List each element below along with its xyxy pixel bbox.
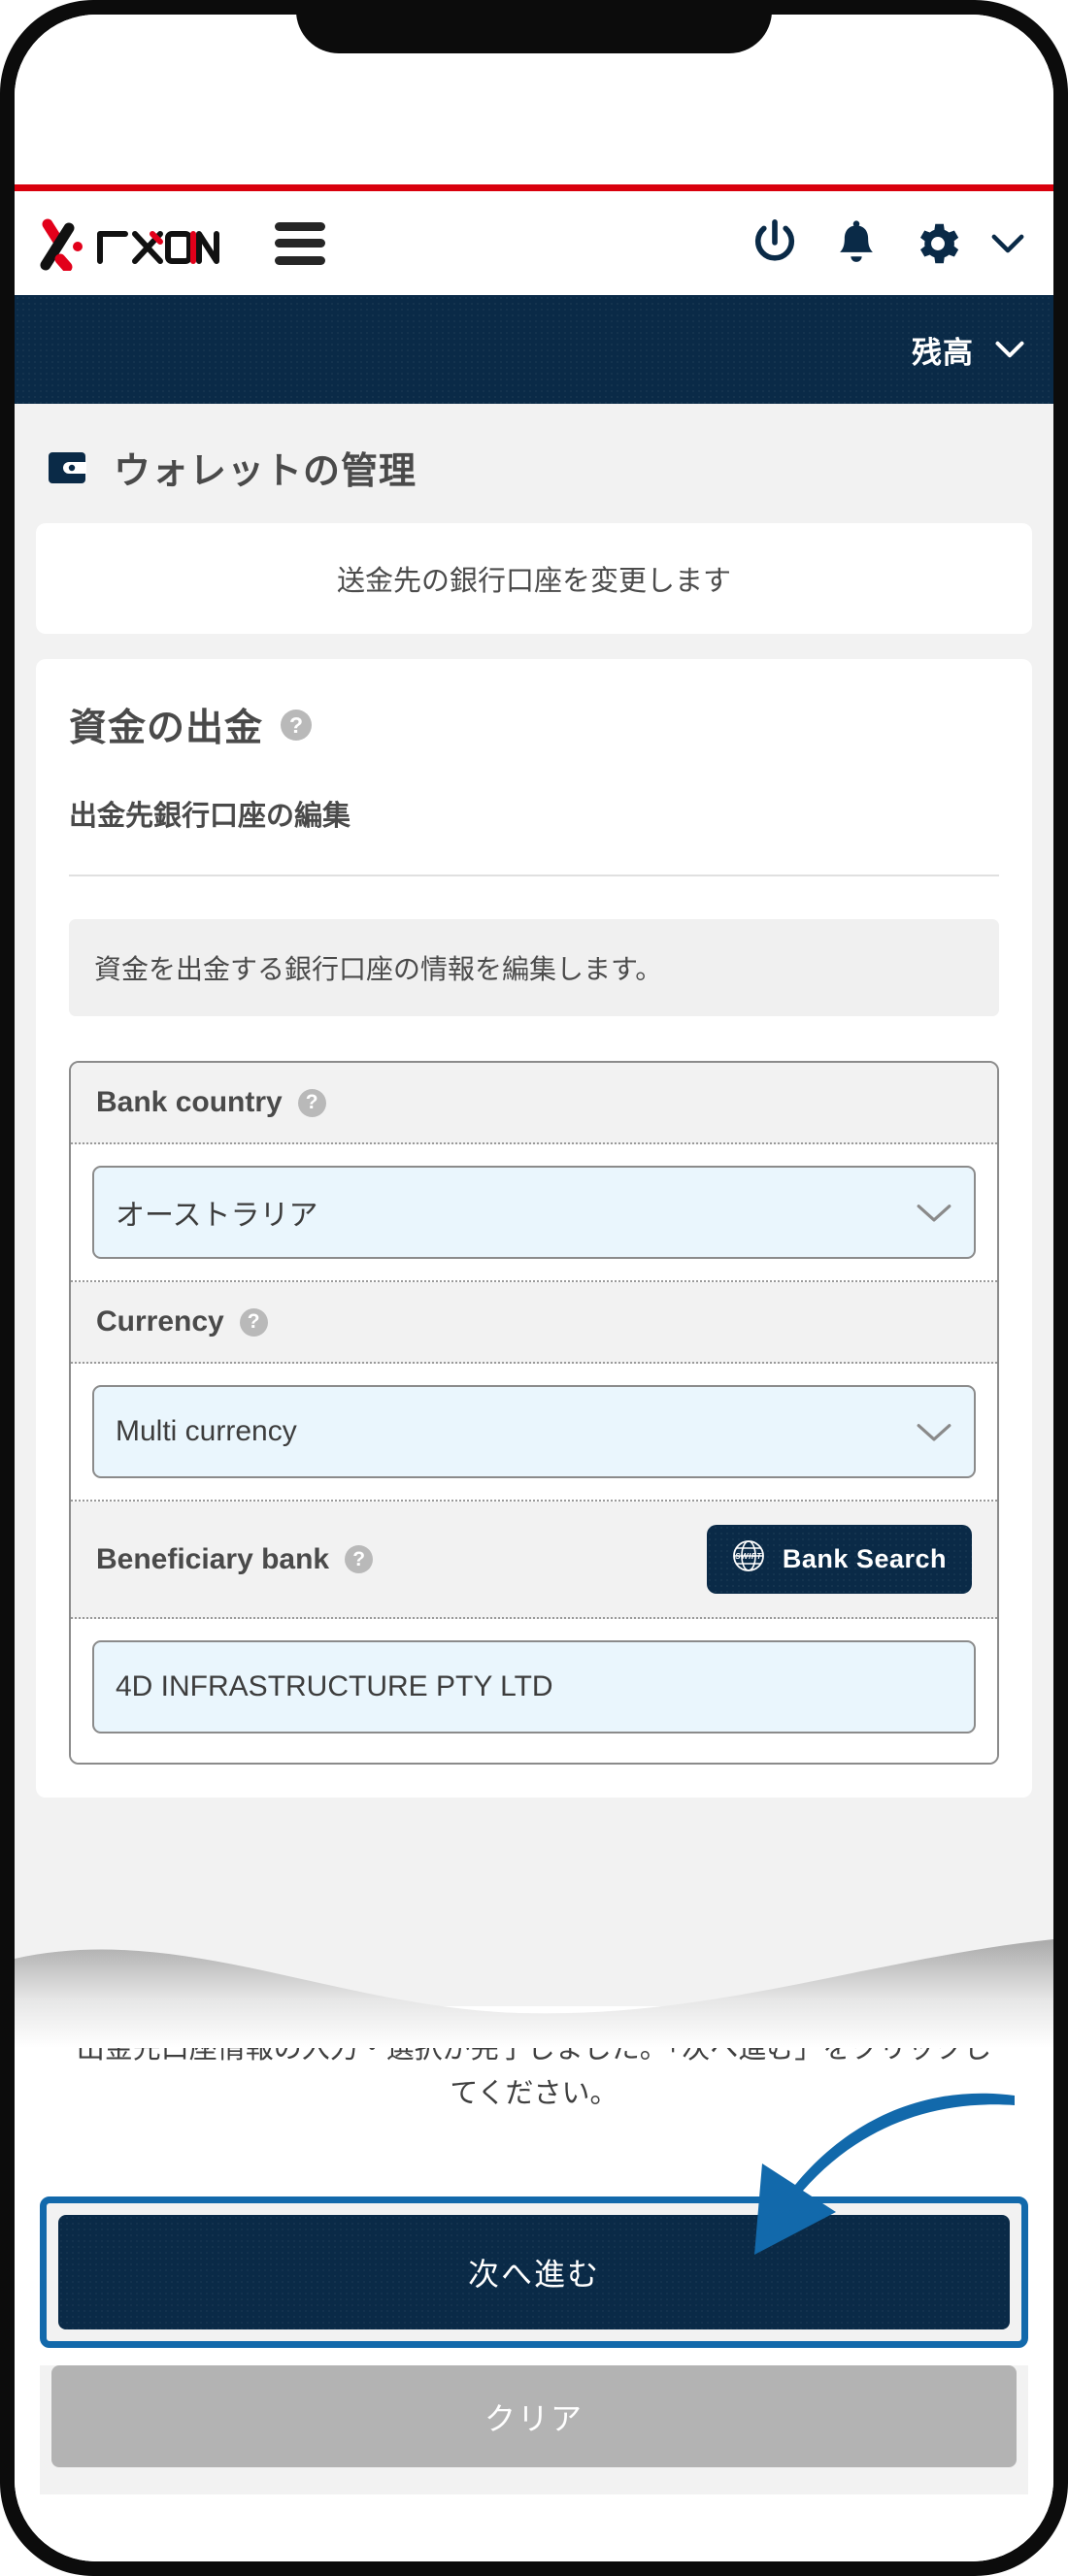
field-label-row-bank-country: Bank country ?	[71, 1063, 997, 1144]
withdraw-section-card: 資金の出金 ? 出金先銀行口座の編集 資金を出金する銀行口座の情報を編集します。	[36, 659, 1032, 1798]
clear-label: クリア	[484, 2400, 584, 2436]
bank-country-value: オーストラリア	[116, 1200, 318, 1232]
help-icon[interactable]: ?	[239, 1307, 268, 1337]
field-label: Currency	[96, 1305, 224, 1338]
svg-text:SWIFT: SWIFT	[735, 1552, 762, 1561]
bank-account-form: Bank country ? オーストラリア Currency ? Multi …	[69, 1061, 999, 1765]
help-icon[interactable]: ?	[345, 1545, 374, 1573]
chevron-down-icon[interactable]	[995, 340, 1024, 359]
field-label: Bank country	[96, 1086, 283, 1118]
notice-card: 送金先の銀行口座を変更します	[36, 523, 1032, 634]
app-screen: 残高 ウォレットの管理 送金先の銀行口座を変更します 資金の出金 ? 出金先銀行…	[15, 15, 1053, 2561]
field-row-currency: Multi currency	[71, 1364, 997, 1502]
divider	[69, 875, 999, 876]
next-step-button[interactable]: 次へ進む	[58, 2215, 1010, 2329]
hamburger-icon[interactable]	[275, 221, 325, 265]
field-label-row-currency: Currency ?	[71, 1282, 997, 1364]
section-title: 資金の出金	[69, 708, 264, 749]
power-icon[interactable]	[747, 215, 803, 272]
gear-icon[interactable]	[910, 215, 966, 272]
field-row-beneficiary-bank: 4D INFRASTRUCTURE PTY LTD	[71, 1619, 997, 1763]
fxon-logo[interactable]	[36, 216, 220, 271]
instruction-text: 出金先口座情報の入力・選択が完了しました。「次へ進む」をクリックしてください。	[76, 2033, 992, 2109]
clear-button[interactable]: クリア	[51, 2365, 1017, 2467]
field-row-bank-country: オーストラリア	[71, 1144, 997, 1282]
info-box: 資金を出金する銀行口座の情報を編集します。	[69, 919, 999, 1016]
balance-label: 残高	[912, 335, 974, 370]
hamburger-bar	[275, 221, 325, 231]
bank-search-button[interactable]: SWIFT Bank Search	[706, 1525, 972, 1594]
page-title: ウォレットの管理	[114, 451, 417, 492]
chevron-down-icon	[916, 1201, 952, 1224]
page-title-row: ウォレットの管理	[15, 404, 1053, 523]
swift-globe-icon: SWIFT	[732, 1539, 765, 1579]
bank-country-select[interactable]: オーストラリア	[92, 1166, 976, 1259]
help-icon[interactable]: ?	[297, 1088, 326, 1117]
phone-frame: 残高 ウォレットの管理 送金先の銀行口座を変更します 資金の出金 ? 出金先銀行…	[0, 0, 1068, 2576]
header-actions	[747, 215, 1024, 272]
help-icon[interactable]: ?	[281, 710, 313, 741]
screenshot-stage: 残高 ウォレットの管理 送金先の銀行口座を変更します 資金の出金 ? 出金先銀行…	[0, 0, 1068, 2576]
bell-icon[interactable]	[828, 215, 884, 272]
wallet-icon	[48, 447, 88, 488]
beneficiary-bank-select[interactable]: 4D INFRASTRUCTURE PTY LTD	[92, 1640, 976, 1734]
secondary-button-wrap: クリア	[40, 2365, 1028, 2494]
beneficiary-bank-value: 4D INFRASTRUCTURE PTY LTD	[116, 1670, 553, 1702]
app-header	[15, 191, 1053, 295]
section-header: 資金の出金 ?	[69, 698, 999, 752]
chevron-down-icon[interactable]	[991, 215, 1024, 272]
hamburger-bar	[275, 255, 325, 265]
next-step-label: 次へ進む	[467, 2257, 600, 2292]
bank-search-label: Bank Search	[782, 1544, 947, 1573]
notice-text: 送金先の銀行口座を変更します	[336, 566, 731, 597]
currency-select[interactable]: Multi currency	[92, 1385, 976, 1478]
field-label-row-beneficiary-bank: Beneficiary bank ? SWIFT Bank Search	[71, 1502, 997, 1619]
balance-bar[interactable]: 残高	[15, 295, 1053, 404]
bottom-instruction-panel: 出金先口座情報の入力・選択が完了しました。「次へ進む」をクリックしてください。 …	[15, 2006, 1053, 2561]
phone-notch	[296, 15, 772, 53]
info-text: 資金を出金する銀行口座の情報を編集します。	[94, 954, 663, 984]
brand-accent-rule	[15, 184, 1053, 191]
phone-screen-area: 残高 ウォレットの管理 送金先の銀行口座を変更します 資金の出金 ? 出金先銀行…	[15, 15, 1053, 2561]
hamburger-bar	[275, 239, 325, 248]
primary-button-highlight: 次へ進む	[40, 2196, 1028, 2348]
field-label: Beneficiary bank	[96, 1542, 330, 1575]
currency-value: Multi currency	[116, 1415, 297, 1447]
chevron-down-icon	[916, 1420, 952, 1443]
section-subtitle: 出金先銀行口座の編集	[69, 801, 351, 832]
action-buttons: 次へ進む クリア	[15, 2196, 1053, 2494]
